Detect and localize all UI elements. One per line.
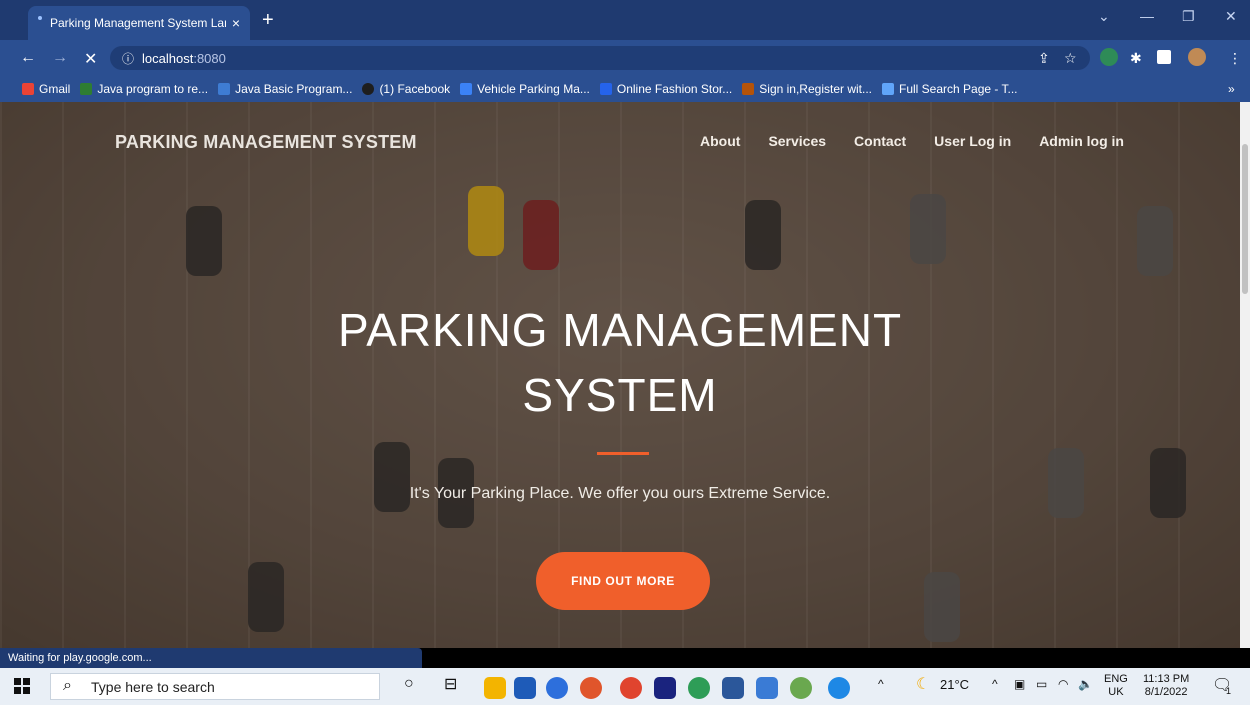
browser-toolbar: ← → ✕ ⓘ localhost :8080 ⇪ ☆ ✱ ⋮ [0,40,1250,76]
tab-title: Parking Management System Lar [50,16,226,30]
info-icon[interactable]: ⓘ [122,50,134,67]
chrome-icon[interactable] [620,677,642,699]
sidepanel-icon[interactable] [1157,50,1171,64]
hero-section: PARKING MANAGEMENT SYSTEM It's Your Park… [0,102,1240,648]
address-port: :8080 [193,50,226,66]
store-icon[interactable] [514,677,536,699]
windows-taskbar: ⌕ Type here to search ○ ⊟ ^ ☾ 21°C ^ ▣ ▭… [0,668,1250,705]
app-icon[interactable] [546,677,568,699]
browser-tab[interactable]: Parking Management System Lar × [28,6,250,40]
gmail-icon [22,83,34,95]
show-hidden-icon[interactable]: ^ [992,677,998,691]
clock[interactable]: 11:13 PM 8/1/2022 [1143,673,1189,699]
back-button[interactable]: ← [20,49,36,67]
bookmark-icon [218,83,231,95]
word-icon[interactable] [722,677,744,699]
tab-loading-icon [38,16,42,20]
bookmark-icon [882,83,894,95]
close-window-button[interactable]: ✕ [1225,8,1237,25]
volume-icon[interactable]: 🔈 [1078,677,1093,691]
bookmarks-bar: Gmail Java program to re... Java Basic P… [0,76,1250,102]
bookmark-icon [460,83,473,95]
taskbar-search[interactable]: ⌕ Type here to search [50,673,380,700]
chevron-down-icon[interactable]: ⌄ [1098,8,1110,25]
facebook-icon [362,83,375,95]
utorrent-icon[interactable] [688,677,710,699]
taskbar-search-placeholder: Type here to search [91,678,215,695]
bookmark-item[interactable]: Online Fashion Stor... [599,82,732,96]
bookmark-item[interactable]: Vehicle Parking Ma... [460,82,590,96]
extension-icon[interactable] [1100,48,1118,66]
bookmark-item[interactable]: Java program to re... [80,82,208,96]
address-bar[interactable]: ⓘ localhost :8080 [110,46,1090,70]
hero-divider [597,452,649,455]
bookmark-icon [742,83,755,95]
hero-title: PARKING MANAGEMENT SYSTEM [0,302,1240,423]
bookmark-item[interactable]: Full Search Page - T... [882,82,1018,96]
minimize-button[interactable]: — [1140,8,1154,24]
hero-title-line2: SYSTEM [522,369,718,421]
puzzle-icon[interactable]: ✱ [1130,50,1142,67]
tab-close-button[interactable]: × [232,15,240,31]
edge-icon[interactable] [828,677,850,699]
app-icon[interactable] [790,677,812,699]
bookmark-item[interactable]: Sign in,Register wit... [742,82,872,96]
bookmark-icon [80,83,93,95]
file-explorer-icon[interactable] [484,677,506,699]
battery-icon[interactable]: ▭ [1036,677,1047,691]
restore-button[interactable]: ❐ [1182,8,1195,25]
bookmark-item[interactable]: Gmail [22,82,70,96]
wifi-icon[interactable]: ◠ [1058,677,1068,691]
forward-button[interactable]: → [52,49,68,67]
overflow-chevron-icon[interactable]: ^ [878,677,884,691]
weather-temp[interactable]: 21°C [940,677,969,692]
app-me-icon[interactable] [654,677,676,699]
hero-title-line1: PARKING MANAGEMENT [337,304,903,356]
hero-background: PARKING MANAGEMENT SYSTEM About Services… [0,102,1240,648]
cortana-icon[interactable]: ○ [404,675,414,693]
bookmarks-more-icon[interactable]: » [1228,82,1235,96]
stop-loading-button[interactable]: ✕ [84,49,97,69]
bookmark-item[interactable]: (1) Facebook [362,82,450,96]
scrollbar-thumb[interactable] [1242,144,1248,294]
powerpoint-icon[interactable] [580,677,602,699]
meet-now-icon[interactable]: ▣ [1014,677,1025,691]
page-scrollbar[interactable] [1240,102,1250,648]
bookmark-icon [599,83,612,95]
hero-subtitle: It's Your Parking Place. We offer you ou… [409,485,831,502]
address-host: localhost [142,50,194,66]
search-icon: ⌕ [63,677,72,694]
moon-weather-icon: ☾ [916,676,931,693]
task-view-icon[interactable]: ⊟ [444,674,457,694]
share-icon[interactable]: ⇪ [1038,50,1050,67]
bookmark-star-icon[interactable]: ☆ [1064,50,1077,67]
app-icon[interactable] [756,677,778,699]
avatar[interactable] [1188,48,1206,66]
bookmark-item[interactable]: Java Basic Program... [218,82,352,96]
menu-dots-icon[interactable]: ⋮ [1228,50,1242,67]
notification-count: 1 [1226,686,1232,696]
new-tab-button[interactable]: + [262,10,274,30]
status-bubble: Waiting for play.google.com... [0,648,422,668]
windows-start-icon[interactable] [14,678,30,694]
browser-tabstrip: Parking Management System Lar × + ⌄ — ❐ … [0,0,1250,40]
find-out-more-button[interactable]: FIND OUT MORE [536,552,710,610]
language-indicator[interactable]: ENG UK [1104,673,1128,699]
